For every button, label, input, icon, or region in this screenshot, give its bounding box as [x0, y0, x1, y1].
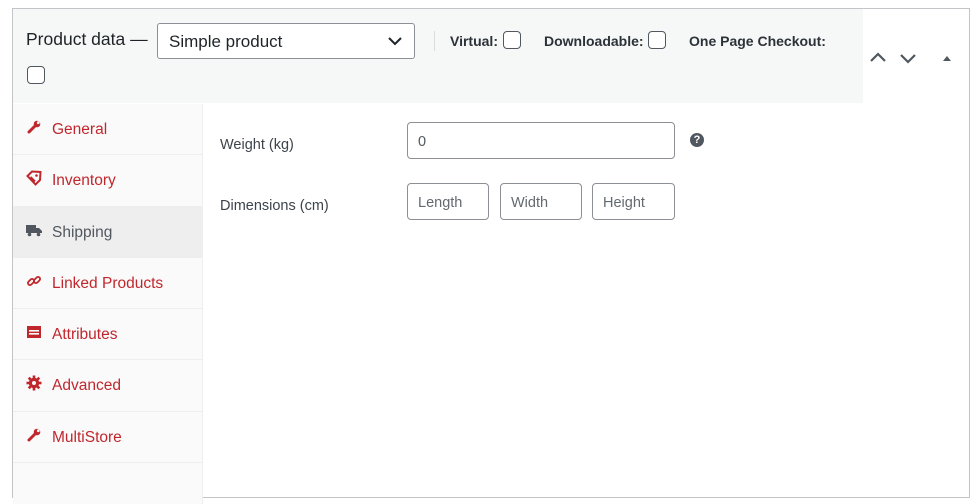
gear-icon [26, 375, 42, 391]
panel-title: Product data — [26, 29, 148, 49]
virtual-label: Virtual: [450, 33, 498, 49]
product-type-value: Simple product [169, 32, 283, 51]
tab-label: Shipping [52, 223, 113, 241]
tab-linked-products[interactable]: Linked Products [13, 258, 202, 310]
tab-multistore[interactable]: MultiStore [13, 412, 202, 464]
downloadable-label: Downloadable: [544, 33, 644, 49]
divider [434, 31, 435, 51]
tab-attributes[interactable]: Attributes [13, 309, 202, 361]
tab-label: MultiStore [52, 428, 122, 446]
width-input[interactable]: Width [500, 183, 582, 220]
help-icon[interactable]: ? [690, 133, 704, 147]
weight-value: 0 [418, 134, 427, 150]
virtual-checkbox[interactable] [503, 31, 521, 49]
height-input[interactable]: Height [592, 183, 675, 220]
dimensions-label: Dimensions (cm) [220, 198, 329, 214]
tab-general[interactable]: General [13, 104, 202, 156]
tab-label: General [52, 121, 108, 138]
tab-label: Advanced [52, 377, 121, 395]
tab-shipping[interactable]: Shipping [13, 206, 202, 258]
chevron-down-icon [388, 33, 402, 47]
wrench-icon [26, 427, 42, 443]
tab-advanced[interactable]: Advanced [13, 360, 202, 412]
one-page-checkout-checkbox[interactable] [27, 66, 45, 84]
link-icon [26, 273, 42, 289]
shipping-panel: Weight (kg) 0 ? Dimensions (cm) Length W… [204, 104, 969, 497]
tab-label: Attributes [52, 326, 118, 344]
move-down-icon[interactable] [897, 47, 919, 69]
tab-label: Linked Products [52, 274, 164, 292]
wrench-icon [26, 119, 42, 135]
tab-inventory[interactable]: Inventory [13, 155, 202, 207]
weight-label: Weight (kg) [220, 137, 294, 153]
toggle-panel-icon[interactable] [936, 47, 958, 69]
weight-input[interactable]: 0 [407, 122, 675, 159]
product-data-header: Product data — Simple product Virtual: D… [13, 9, 863, 103]
product-data-panel: Product data — Simple product Virtual: D… [12, 8, 970, 504]
one-page-checkout-label: One Page Checkout: [689, 33, 826, 49]
width-placeholder: Width [511, 195, 549, 211]
move-up-icon[interactable] [867, 47, 889, 69]
height-placeholder: Height [603, 195, 645, 211]
length-placeholder: Length [418, 195, 463, 211]
length-input[interactable]: Length [407, 183, 489, 220]
tab-label: Inventory [52, 172, 116, 190]
downloadable-checkbox[interactable] [648, 31, 666, 49]
tag-icon [26, 170, 42, 187]
product-data-tabs: General Inventory Shipping Linked Produc… [13, 104, 203, 504]
list-icon [26, 324, 42, 340]
truck-icon [26, 222, 42, 238]
product-type-select[interactable]: Simple product [157, 23, 415, 59]
